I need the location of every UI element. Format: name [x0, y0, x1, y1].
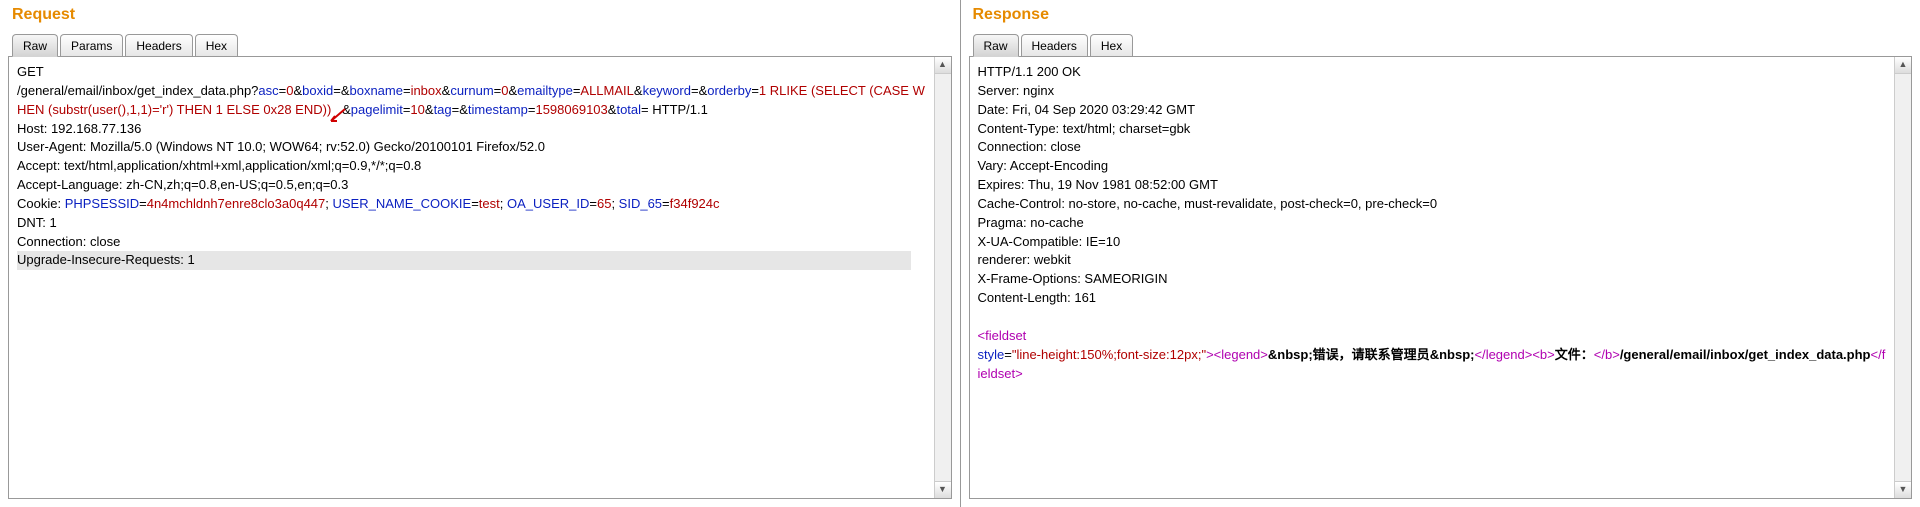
response-content[interactable]: HTTP/1.1 200 OK Server: nginx Date: Fri,… — [969, 57, 1913, 499]
header-ua: User-Agent: Mozilla/5.0 (Windows NT 10.0… — [17, 139, 545, 154]
header-uir: Upgrade-Insecure-Requests: 1 — [17, 251, 911, 270]
scroll-down-icon[interactable]: ▼ — [935, 481, 951, 498]
request-scrollbar[interactable]: ▲ ▼ — [934, 57, 951, 498]
response-panel: Response Raw Headers Hex HTTP/1.1 200 OK… — [960, 0, 1920, 507]
response-scrollbar[interactable]: ▲ ▼ — [1894, 57, 1911, 498]
header-host: Host: 192.168.77.136 — [17, 121, 141, 136]
scroll-up-icon[interactable]: ▲ — [935, 57, 951, 74]
arrow-annotation-icon — [331, 101, 342, 120]
tab-raw[interactable]: Raw — [12, 34, 58, 57]
response-tabs: Raw Headers Hex — [969, 30, 1913, 57]
request-text[interactable]: GET /general/email/inbox/get_index_data.… — [17, 63, 927, 270]
response-title: Response — [973, 6, 1913, 24]
response-text[interactable]: HTTP/1.1 200 OK Server: nginx Date: Fri,… — [978, 63, 1888, 383]
header-accept: Accept: text/html,application/xhtml+xml,… — [17, 158, 421, 173]
header-accept-lang: Accept-Language: zh-CN,zh;q=0.8,en-US;q=… — [17, 177, 348, 192]
request-method: GET — [17, 64, 44, 79]
request-path: /general/email/inbox/get_index_data.php — [17, 83, 251, 98]
request-title: Request — [12, 6, 952, 24]
scroll-up-icon[interactable]: ▲ — [1895, 57, 1911, 74]
response-status: HTTP/1.1 200 OK — [978, 64, 1081, 79]
tab-headers[interactable]: Headers — [1021, 34, 1088, 56]
header-conn: Connection: close — [17, 234, 120, 249]
scroll-down-icon[interactable]: ▼ — [1895, 481, 1911, 498]
tab-raw[interactable]: Raw — [973, 34, 1019, 57]
request-content[interactable]: GET /general/email/inbox/get_index_data.… — [8, 57, 952, 499]
request-tabs: Raw Params Headers Hex — [8, 30, 952, 57]
response-body: <fieldsetstyle="line-height:150%;font-si… — [978, 328, 1886, 381]
header-dnt: DNT: 1 — [17, 215, 57, 230]
request-panel: Request Raw Params Headers Hex GET /gene… — [0, 0, 960, 507]
tab-hex[interactable]: Hex — [1090, 34, 1133, 56]
tab-params[interactable]: Params — [60, 34, 123, 56]
tab-headers[interactable]: Headers — [125, 34, 192, 56]
cookie-label: Cookie: — [17, 196, 65, 211]
tab-hex[interactable]: Hex — [195, 34, 238, 56]
